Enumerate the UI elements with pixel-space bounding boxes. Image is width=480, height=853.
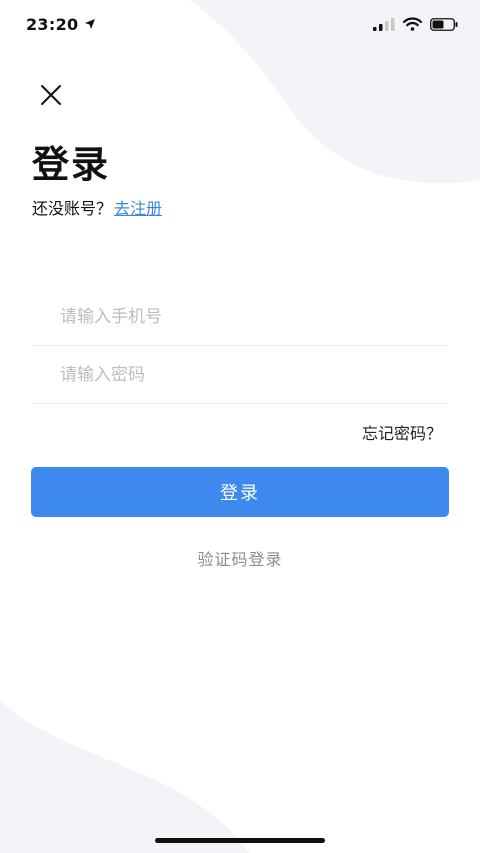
phone-input[interactable] bbox=[32, 288, 448, 345]
status-left: 23:20 bbox=[26, 15, 96, 34]
sms-login-link[interactable]: 验证码登录 bbox=[0, 546, 480, 570]
home-indicator bbox=[155, 838, 325, 843]
register-prompt: 还没账号？ bbox=[32, 199, 113, 218]
close-icon bbox=[41, 85, 61, 105]
phone-field bbox=[32, 288, 448, 346]
status-time: 23:20 bbox=[26, 14, 79, 34]
password-field bbox=[32, 346, 448, 404]
location-arrow-icon bbox=[85, 19, 96, 29]
login-screen: 23:20 登录 还没账号？ 去注册 请输入手机号 忘记密码？ 登录 验证码登录 bbox=[0, 0, 480, 853]
password-input[interactable] bbox=[32, 346, 448, 403]
close-button[interactable] bbox=[36, 80, 66, 110]
wifi-icon bbox=[403, 17, 422, 31]
battery-icon bbox=[430, 17, 458, 31]
status-bar: 23:20 bbox=[0, 0, 480, 48]
register-link[interactable]: 去注册 bbox=[114, 198, 162, 220]
login-button[interactable]: 登录 bbox=[31, 467, 449, 517]
page-title: 登录 bbox=[32, 143, 110, 186]
status-right bbox=[373, 17, 458, 31]
signal-icon bbox=[373, 17, 395, 31]
forgot-password-link[interactable]: 忘记密码？ bbox=[362, 423, 442, 445]
register-row: 还没账号？ 去注册 bbox=[32, 198, 162, 220]
login-content: 登录 还没账号？ 去注册 忘记密码？ 登录 验证码登录 bbox=[0, 0, 480, 853]
